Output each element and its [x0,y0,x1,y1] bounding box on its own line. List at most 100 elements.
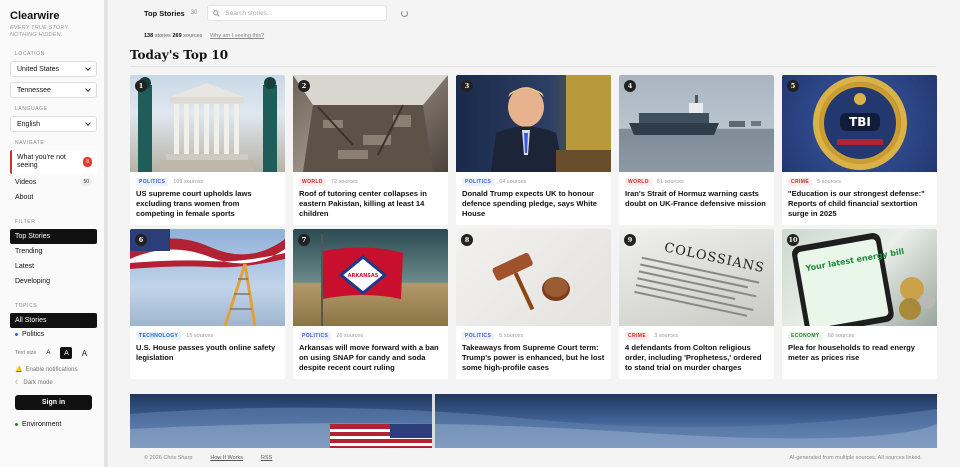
text-size-small-button[interactable]: A [42,347,54,359]
topic-dot [15,333,18,336]
stories-word: stories [154,33,171,39]
filter-latest[interactable]: Latest [10,259,97,274]
how-it-works-link[interactable]: How It Works [210,455,243,461]
search-icon [213,9,220,17]
story-headline[interactable]: US supreme court upholds laws excluding … [130,188,285,218]
rank-badge: 2 [298,80,310,92]
rank-badge: 10 [787,234,799,246]
moon-icon: ☾ [15,380,21,386]
search-box[interactable]: Search stories... [207,5,388,21]
source-count: 5 sources [499,333,524,339]
nav-label: About [15,194,34,201]
text-size-large-button[interactable]: A [78,347,90,359]
story-headline[interactable]: Arkansas will move forward with a ban on… [293,342,448,372]
search-input[interactable]: Search stories... [225,10,272,17]
source-count: 15 sources [186,333,214,339]
enable-notifications-button[interactable]: 🔔 Enable notifications [10,363,97,376]
state-select[interactable]: Tennessee [10,82,97,98]
location-label: LOCATION [15,51,45,57]
source-count: 5 sources [817,179,841,185]
rank-badge: 1 [135,80,147,92]
sidebar-scrollbar[interactable] [104,0,107,467]
story-card[interactable]: 2 WORLD 72 sources Roof of tutoring cent… [293,75,448,225]
category-badge[interactable]: POLITICS [299,332,332,340]
gavel-image [492,252,570,311]
nav-item-about[interactable]: About [10,190,97,205]
text-size-control: Text size A A A [10,341,97,363]
brand-logo[interactable]: Clearwire [10,10,97,22]
story-card[interactable]: 6 TECHNOLOGY 15 sources U.S. House passe… [130,229,285,379]
page-title: Top Stories [144,8,185,18]
story-meta: CRIME 3 sources [619,326,774,342]
text-size-medium-button[interactable]: A [60,347,73,359]
collapsed-roof-image [293,75,448,172]
state-value: Tennessee [17,86,51,94]
why-seeing-link[interactable]: Why am I seeing this? [210,33,264,39]
story-meta: POLITICS 64 sources [456,172,611,188]
category-badge[interactable]: POLITICS [462,332,495,340]
filter-developing[interactable]: Developing [10,274,97,289]
story-thumbnail: COLOSSIANS 9 [619,229,774,326]
topic-environment[interactable]: Environment [10,418,97,431]
category-badge[interactable]: WORLD [299,178,326,186]
nav-badge: 50 [80,178,92,186]
story-card[interactable]: 4 WORLD 61 sources Iran's Strait of Horm… [619,75,774,225]
rank-badge: 6 [135,234,147,246]
top-bar: Top Stories 30 Search stories... [144,5,409,21]
story-headline[interactable]: Takeaways from Supreme Court term: Trump… [456,342,611,372]
story-thumbnail: ARKANSAS 7 [293,229,448,326]
story-thumbnail: TBI 5 [782,75,937,172]
category-badge[interactable]: CRIME [625,332,650,340]
category-badge[interactable]: ECONOMY [788,332,823,340]
rss-link[interactable]: RSS [261,455,272,461]
story-meta: POLITICS 5 sources [456,326,611,342]
sources-number: 269 [172,33,182,39]
story-headline[interactable]: Donald Trump expects UK to honour defenc… [456,188,611,218]
story-meta: WORLD 61 sources [619,172,774,188]
language-select[interactable]: English [10,116,97,132]
featured-banner-image[interactable] [130,394,937,448]
top-ten-grid: 1 POLITICS 109 sources US supreme court … [130,75,937,379]
story-card[interactable]: 1 POLITICS 109 sources US supreme court … [130,75,285,225]
story-thumbnail: 8 [456,229,611,326]
topic-label: Environment [22,421,62,428]
dark-mode-toggle[interactable]: ☾ Dark mode [10,376,97,389]
story-card[interactable]: TBI 5 CRIME 5 sources "Education is our … [782,75,937,225]
category-badge[interactable]: CRIME [788,178,813,186]
dark-mode-label: Dark mode [23,379,53,386]
nav-label: What you're not seeing [17,154,66,169]
category-badge[interactable]: POLITICS [136,178,169,186]
category-badge[interactable]: POLITICS [462,178,495,186]
nav-item-videos[interactable]: Videos 50 [10,174,97,190]
story-card[interactable]: 8 POLITICS 5 sources Takeaways from Supr… [456,229,611,379]
refresh-icon[interactable] [401,9,409,17]
story-headline[interactable]: 4 defendants from Colton religious order… [619,342,774,372]
tanker-ship-image [629,95,761,135]
nav-item-not-seeing[interactable]: What you're not seeing 8 [10,150,97,174]
topic-all-stories[interactable]: All Stories [10,313,97,328]
filter-trending[interactable]: Trending [10,244,97,259]
story-headline[interactable]: Plea for households to read energy meter… [782,342,937,363]
sign-in-button[interactable]: Sign in [15,395,92,410]
story-card[interactable]: Your latest energy bill 10 ECONOMY 68 so… [782,229,937,379]
tbi-seal-image: TBI [813,76,907,170]
story-card[interactable]: 3 POLITICS 64 sources Donald Trump expec… [456,75,611,225]
text-size-label: Text size [15,350,37,356]
story-count: 30 [190,10,198,16]
story-headline[interactable]: Roof of tutoring center collapses in eas… [293,188,448,218]
source-count: 68 sources [827,333,855,339]
story-headline[interactable]: "Education is our strongest defense:" Re… [782,188,937,218]
topic-politics[interactable]: Politics [10,328,97,341]
story-headline[interactable]: Iran's Strait of Hormuz warning casts do… [619,188,774,209]
country-select[interactable]: United States [10,61,97,77]
story-headline[interactable]: U.S. House passes youth online safety le… [130,342,285,363]
story-card[interactable]: COLOSSIANS 9 CRIME 3 sources 4 defendant… [619,229,774,379]
topic-label: Politics [22,331,45,338]
category-badge[interactable]: WORLD [625,178,652,186]
filter-top-stories[interactable]: Top Stories [10,229,97,244]
category-badge[interactable]: TECHNOLOGY [136,332,182,340]
story-meta: POLITICS 109 sources [130,172,285,188]
story-card[interactable]: ARKANSAS 7 POLITICS 26 sources Arkansas … [293,229,448,379]
source-count: 3 sources [654,333,678,339]
story-meta: CRIME 5 sources [782,172,937,188]
